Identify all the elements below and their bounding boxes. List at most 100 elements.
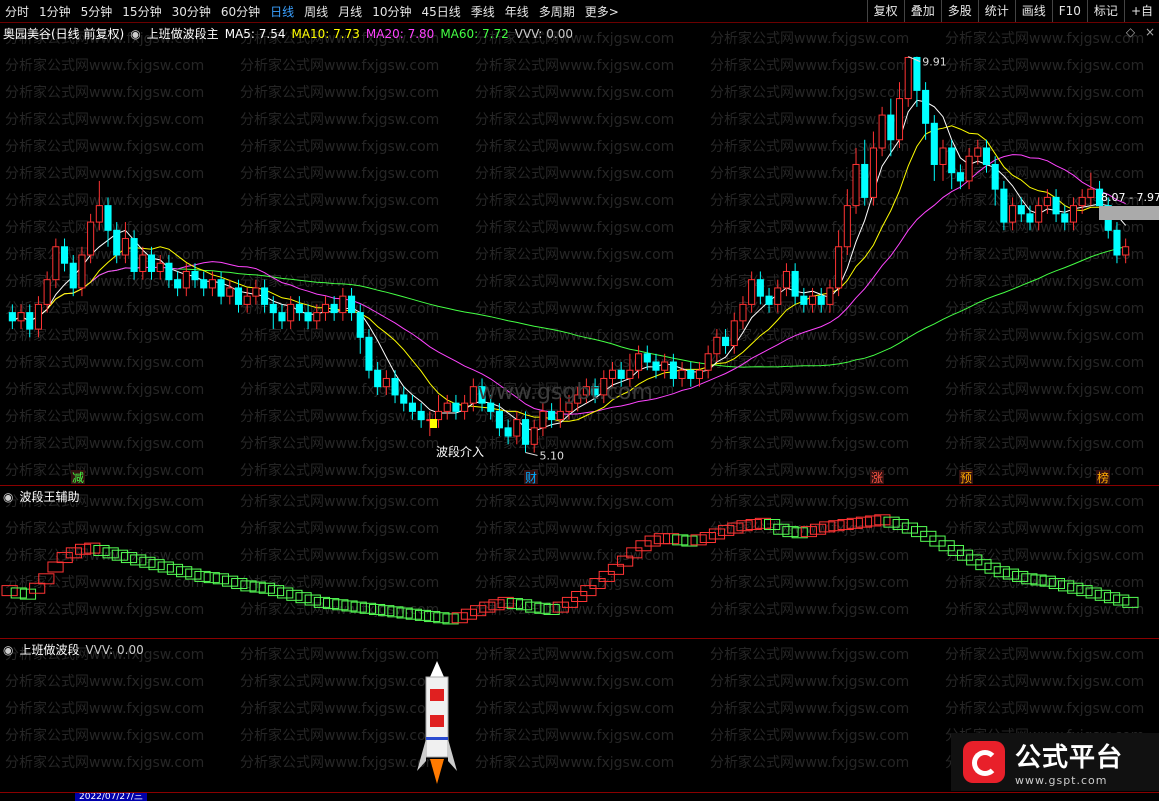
watermark-text: 分析家公式网www.fxjgsw.com bbox=[945, 84, 1144, 101]
candle-body bbox=[1052, 196, 1060, 215]
indicator-name[interactable]: 上班做波段主 bbox=[147, 25, 219, 42]
toolbar-button-1[interactable]: 叠加 bbox=[903, 0, 941, 22]
candle-body bbox=[661, 361, 669, 371]
candle-body bbox=[1122, 246, 1130, 256]
wave-aux-panel[interactable]: 分析家公式网www.fxjgsw.com 分析家公式网www.fxjgsw.com… bbox=[0, 486, 1159, 639]
crosshair-label-bg bbox=[1099, 206, 1159, 220]
candle-body bbox=[800, 295, 808, 305]
candle-body bbox=[887, 114, 895, 141]
period-tab-8[interactable]: 月线 bbox=[333, 3, 367, 20]
entry-label: 波段介入 bbox=[436, 444, 484, 459]
candle-body bbox=[461, 402, 469, 412]
period-tab-5[interactable]: 60分钟 bbox=[216, 3, 265, 20]
period-tab-11[interactable]: 季线 bbox=[466, 3, 500, 20]
candle-body bbox=[252, 287, 260, 297]
candle-body bbox=[774, 287, 782, 305]
period-tab-0[interactable]: 分时 bbox=[0, 3, 34, 20]
candle-body bbox=[356, 312, 364, 338]
watermark-text: 分析家公式网www.fxjgsw.com bbox=[710, 84, 909, 101]
watermark-text: 分析家公式网www.fxjgsw.com bbox=[240, 520, 439, 537]
period-tab-2[interactable]: 5分钟 bbox=[76, 3, 118, 20]
watermark-text: 分析家公式网www.fxjgsw.com bbox=[475, 300, 674, 317]
watermark-text: 分析家公式网www.fxjgsw.com bbox=[475, 192, 674, 209]
period-tab-13[interactable]: 多周期 bbox=[534, 3, 580, 20]
watermark-text: 分析家公式网www.fxjgsw.com bbox=[945, 57, 1144, 74]
candle-body bbox=[922, 89, 930, 124]
watermark-text: 分析家公式网www.fxjgsw.com bbox=[240, 673, 439, 690]
indicator-toggle-icon[interactable]: ◉ bbox=[130, 27, 140, 41]
toolbar-button-4[interactable]: 画线 bbox=[1014, 0, 1052, 22]
sub2-header: ◉ 上班做波段 VVV: 0.00 bbox=[3, 641, 144, 658]
candle-body bbox=[217, 279, 225, 297]
toolbar-button-5[interactable]: F10 bbox=[1051, 0, 1087, 22]
candle-body bbox=[400, 394, 408, 404]
watermark-text: 分析家公式网www.fxjgsw.com bbox=[945, 547, 1144, 564]
candle-body bbox=[539, 410, 547, 429]
watermark-text: 分析家公式网www.fxjgsw.com bbox=[945, 111, 1144, 128]
sub2-toggle-icon[interactable]: ◉ bbox=[3, 643, 13, 657]
kline-chart[interactable]: 分析家公式网www.fxjgsw.com 分析家公式网www.fxjgsw.com… bbox=[0, 23, 1159, 485]
candle-body bbox=[348, 295, 356, 314]
candle-body bbox=[200, 279, 208, 289]
toolbar-button-7[interactable]: +自 bbox=[1123, 0, 1159, 22]
watermark-text: 分析家公式网www.fxjgsw.com bbox=[710, 408, 909, 425]
period-tab-4[interactable]: 30分钟 bbox=[167, 3, 216, 20]
period-tab-14[interactable]: 更多> bbox=[580, 3, 624, 20]
event-marker-4: 榜 bbox=[1097, 470, 1109, 485]
toolbar-button-6[interactable]: 标记 bbox=[1086, 0, 1124, 22]
candle-body bbox=[156, 262, 164, 272]
sub1-header: ◉ 波段王辅助 bbox=[3, 488, 80, 505]
watermark-text: 分析家公式网www.fxjgsw.com bbox=[475, 727, 674, 744]
watermark-text: 分析家公式网www.fxjgsw.com bbox=[240, 646, 439, 663]
wave-block bbox=[984, 562, 1001, 574]
candle-body bbox=[382, 377, 390, 388]
stock-name[interactable]: 奥园美谷(日线 前复权) bbox=[3, 25, 124, 42]
watermark-text: 分析家公式网www.fxjgsw.com bbox=[5, 673, 204, 690]
candle-body bbox=[417, 410, 425, 421]
diamond-icon[interactable]: ◇ bbox=[1126, 25, 1135, 39]
watermark-text: 分析家公式网www.fxjgsw.com bbox=[240, 727, 439, 744]
watermark-text: 分析家公式网www.fxjgsw.com bbox=[710, 246, 909, 263]
toolbar-button-0[interactable]: 复权 bbox=[866, 0, 904, 22]
period-tab-1[interactable]: 1分钟 bbox=[34, 3, 76, 20]
watermark-text: 分析家公式网www.fxjgsw.com bbox=[240, 493, 439, 510]
sub1-toggle-icon[interactable]: ◉ bbox=[3, 490, 13, 504]
period-tab-10[interactable]: 45日线 bbox=[416, 3, 465, 20]
toolbar-button-3[interactable]: 统计 bbox=[977, 0, 1015, 22]
period-tab-6[interactable]: 日线 bbox=[265, 3, 299, 20]
candle-body bbox=[991, 163, 999, 190]
candle-body bbox=[852, 163, 860, 207]
candle-body bbox=[608, 369, 617, 379]
low-pointer bbox=[525, 452, 538, 457]
period-tab-3[interactable]: 15分钟 bbox=[117, 3, 166, 20]
candle-body bbox=[965, 155, 973, 182]
watermark-text: 分析家公式网www.fxjgsw.com bbox=[240, 462, 439, 479]
period-tab-7[interactable]: 周线 bbox=[299, 3, 333, 20]
candle-body bbox=[269, 303, 277, 314]
entry-marker bbox=[430, 419, 437, 428]
sub2-title[interactable]: 上班做波段 bbox=[19, 641, 79, 658]
candle-body bbox=[469, 386, 477, 404]
watermark-text: 分析家公式网www.fxjgsw.com bbox=[240, 84, 439, 101]
main-chart-panel[interactable]: 分析家公式网www.fxjgsw.com 分析家公式网www.fxjgsw.com… bbox=[0, 23, 1159, 486]
sub1-title[interactable]: 波段王辅助 bbox=[19, 488, 79, 505]
center-watermark: www.gsgbt.com bbox=[478, 380, 653, 405]
candle-body bbox=[939, 147, 947, 165]
toolbar-button-2[interactable]: 多股 bbox=[940, 0, 978, 22]
candle-body bbox=[147, 254, 156, 272]
candle-body bbox=[791, 270, 799, 297]
candle-body bbox=[17, 312, 25, 322]
watermark-text: 分析家公式网www.fxjgsw.com bbox=[710, 354, 909, 371]
period-tab-9[interactable]: 10分钟 bbox=[367, 3, 416, 20]
close-icon[interactable]: × bbox=[1145, 25, 1155, 39]
candle-body bbox=[304, 312, 312, 322]
candle-body bbox=[43, 279, 51, 305]
wave-aux-chart[interactable]: 分析家公式网www.fxjgsw.com 分析家公式网www.fxjgsw.com… bbox=[0, 486, 1159, 638]
candle-body bbox=[130, 238, 138, 272]
candle-body bbox=[748, 279, 756, 305]
candle-body bbox=[243, 295, 251, 305]
candle-body bbox=[182, 270, 190, 289]
candle-body bbox=[730, 320, 738, 347]
watermark-text: 分析家公式网www.fxjgsw.com bbox=[475, 754, 674, 771]
period-tab-12[interactable]: 年线 bbox=[500, 3, 534, 20]
